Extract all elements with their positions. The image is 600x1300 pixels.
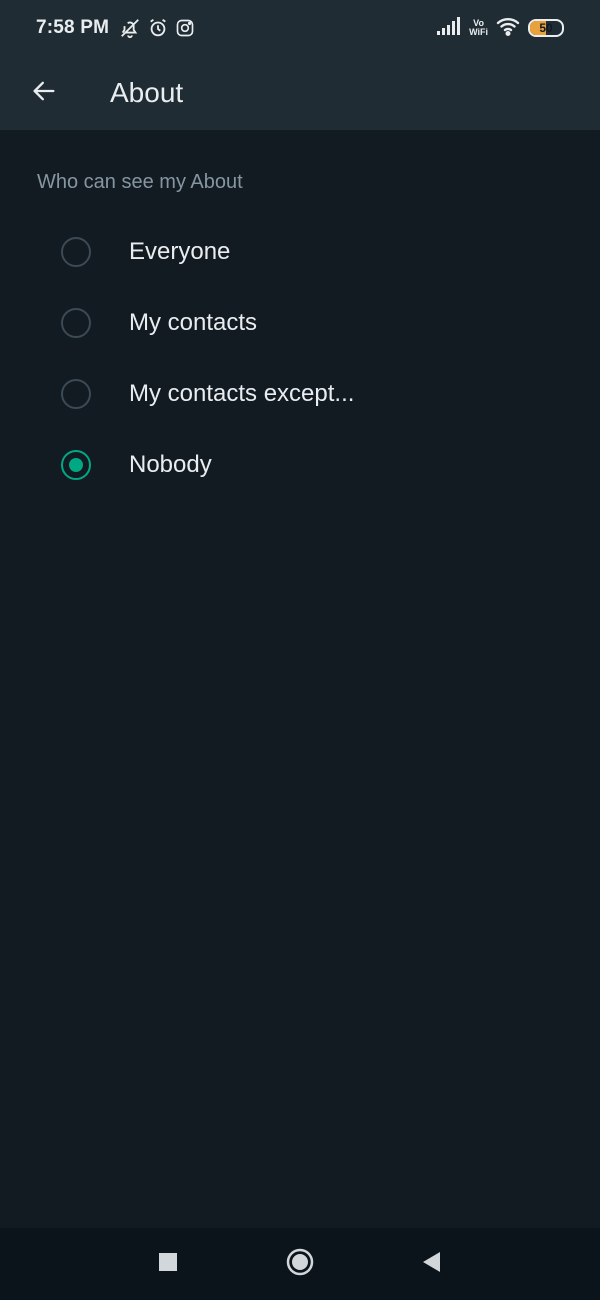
- nav-back-button[interactable]: [412, 1244, 452, 1284]
- system-nav-bar: [0, 1228, 600, 1300]
- triangle-back-icon: [422, 1251, 442, 1278]
- status-left-icons: [119, 17, 195, 39]
- section-header: Who can see my About: [37, 171, 243, 193]
- battery-level: 50: [539, 21, 553, 35]
- arrow-left-icon: [30, 77, 58, 110]
- radio-button[interactable]: [61, 236, 91, 267]
- radio-button[interactable]: [61, 449, 91, 480]
- vowifi-indicator: Vo WiFi: [469, 19, 488, 37]
- privacy-options: Everyone My contacts My contacts except.…: [0, 216, 600, 500]
- radio-button[interactable]: [61, 378, 91, 409]
- option-label: My contacts except...: [129, 379, 355, 407]
- battery-icon: 50: [528, 19, 564, 37]
- recents-button[interactable]: [148, 1244, 188, 1284]
- alarm-icon: [147, 17, 169, 39]
- status-bar: 7:58 PM Vo WiFi 50: [0, 0, 600, 56]
- circle-home-icon: [285, 1247, 315, 1282]
- option-label: My contacts: [129, 308, 258, 336]
- home-button[interactable]: [280, 1244, 320, 1284]
- option-everyone[interactable]: Everyone: [0, 216, 600, 287]
- status-time: 7:58 PM: [36, 17, 110, 38]
- status-right-icons: Vo WiFi 50: [437, 16, 564, 41]
- square-recents-icon: [158, 1252, 178, 1277]
- option-my-contacts-except[interactable]: My contacts except...: [0, 358, 600, 429]
- vowifi-bottom: WiFi: [469, 27, 488, 37]
- option-label: Nobody: [129, 450, 212, 478]
- back-button[interactable]: [14, 63, 74, 123]
- app-bar: About: [0, 56, 600, 130]
- radio-button[interactable]: [61, 307, 91, 338]
- mute-bell-icon: [119, 17, 141, 39]
- content: Who can see my About Everyone My contact…: [0, 130, 600, 500]
- option-nobody[interactable]: Nobody: [0, 429, 600, 500]
- option-label: Everyone: [129, 237, 231, 265]
- wifi-icon: [496, 16, 520, 41]
- instagram-icon: [175, 18, 195, 38]
- signal-icon: [437, 16, 461, 40]
- option-my-contacts[interactable]: My contacts: [0, 287, 600, 358]
- page-title: About: [110, 77, 184, 108]
